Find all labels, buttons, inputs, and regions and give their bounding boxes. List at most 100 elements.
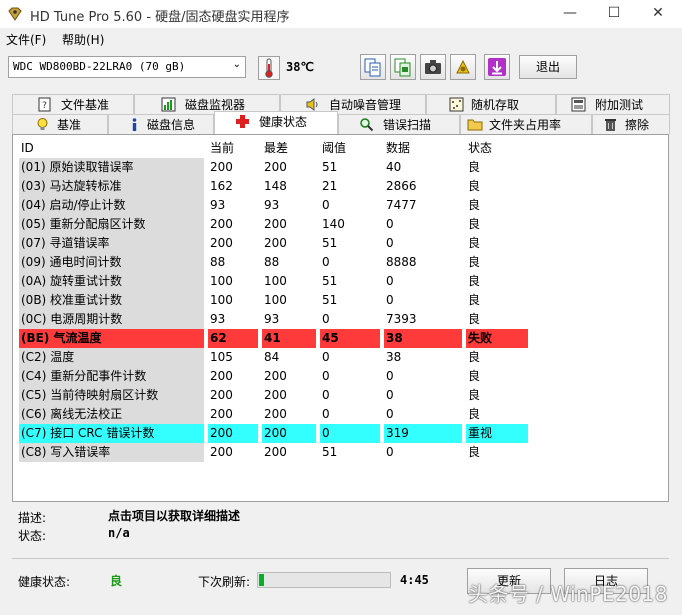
file-benchmark-icon: ? — [37, 97, 53, 112]
row-id: (03) 马达旋转标准 — [19, 177, 204, 196]
row-id: (0A) 旋转重试计数 — [19, 272, 204, 291]
row-id: (C8) 写入错误率 — [19, 443, 204, 462]
row-data: 0 — [386, 388, 394, 402]
table-row[interactable]: (C8) 写入错误率 200 200 51 0 良 — [19, 443, 539, 462]
row-current: 162 — [210, 179, 233, 193]
row-id: (07) 寻道错误率 — [19, 234, 204, 253]
row-threshold: 51 — [322, 274, 338, 288]
maximize-button[interactable]: ☐ — [592, 0, 636, 28]
copy-text-button[interactable] — [360, 54, 386, 80]
row-threshold: 51 — [322, 445, 338, 459]
tab-file-benchmark[interactable]: ? 文件基准 — [12, 94, 134, 114]
thermometer-icon — [258, 56, 280, 83]
tab-benchmark[interactable]: 基准 — [12, 114, 108, 134]
table-row[interactable]: (03) 马达旋转标准 162 148 21 2866 良 — [19, 177, 539, 196]
drive-select[interactable]: WDC WD800BD-22LRA0 (70 gB) ⌄ — [8, 56, 246, 78]
table-row[interactable]: (C6) 离线无法校正 200 200 0 0 良 — [19, 405, 539, 424]
table-row[interactable]: (0B) 校准重试计数 100 100 51 0 良 — [19, 291, 539, 310]
table-row[interactable]: (C4) 重新分配事件计数 200 200 0 0 良 — [19, 367, 539, 386]
row-current: 200 — [210, 445, 233, 459]
row-threshold: 0 — [322, 350, 330, 364]
row-current: 200 — [210, 407, 233, 421]
save-button[interactable] — [484, 54, 510, 80]
row-current: 93 — [210, 312, 226, 326]
extra-tests-icon — [571, 97, 587, 112]
row-data: 0 — [386, 293, 394, 307]
row-data: 7477 — [386, 198, 417, 212]
save-icon — [485, 58, 509, 82]
row-id: (09) 通电时间计数 — [19, 253, 204, 272]
tab-label: 文件基准 — [61, 98, 110, 112]
screenshot-button[interactable] — [420, 54, 446, 80]
row-status: 良 — [468, 217, 481, 231]
row-id: (C4) 重新分配事件计数 — [19, 367, 204, 386]
row-threshold: 0 — [322, 407, 330, 421]
exit-button[interactable]: 退出 — [519, 55, 577, 79]
table-row[interactable]: (0A) 旋转重试计数 100 100 51 0 良 — [19, 272, 539, 291]
menu-file[interactable]: 文件(F) — [6, 31, 46, 48]
tab-extra-tests[interactable]: 附加测试 — [556, 94, 670, 114]
row-id: (05) 重新分配扇区计数 — [19, 215, 204, 234]
copy-screenshot-button[interactable] — [390, 54, 416, 80]
options-icon — [451, 59, 475, 82]
row-worst: 93 — [264, 312, 280, 326]
folder-icon — [467, 117, 483, 132]
tab-disk-info[interactable]: 磁盘信息 — [108, 114, 214, 134]
table-row[interactable]: (07) 寻道错误率 200 200 51 0 良 — [19, 234, 539, 253]
table-row[interactable]: (C5) 当前待映射扇区计数 200 200 0 0 良 — [19, 386, 539, 405]
tab-label: 附加测试 — [595, 98, 644, 112]
row-worst: 93 — [264, 198, 280, 212]
toolbar: WDC WD800BD-22LRA0 (70 gB) ⌄ 38℃ 退出 — [0, 50, 682, 88]
row-data: 0 — [386, 445, 394, 459]
row-worst: 41 — [262, 329, 316, 348]
row-current: 100 — [210, 293, 233, 307]
table-row[interactable]: (BE) 气流温度 62 41 45 38 失败 — [19, 329, 539, 348]
tab-label: 自动噪音管理 — [329, 98, 402, 112]
table-row[interactable]: (04) 启动/停止计数 93 93 0 7477 良 — [19, 196, 539, 215]
window-title: HD Tune Pro 5.60 - 硬盘/固态硬盘实用程序 — [30, 10, 290, 25]
row-data: 0 — [386, 407, 394, 421]
table-row[interactable]: (01) 原始读取错误率 200 200 51 40 良 — [19, 158, 539, 177]
tab-folder-usage[interactable]: 文件夹占用率 — [460, 114, 592, 134]
table-row[interactable]: (C7) 接口 CRC 错误计数 200 200 0 319 重视 — [19, 424, 539, 443]
table-row[interactable]: (C2) 温度 105 84 0 38 良 — [19, 348, 539, 367]
temperature-value: 38℃ — [286, 60, 314, 74]
column-header-worst[interactable]: 最差 — [262, 139, 316, 158]
row-data: 38 — [384, 329, 462, 348]
row-status: 良 — [468, 369, 481, 383]
row-status: 良 — [468, 236, 481, 250]
row-threshold: 0 — [320, 424, 380, 443]
tab-label: 磁盘信息 — [147, 118, 196, 132]
options-button[interactable] — [450, 54, 476, 80]
row-id: (04) 启动/停止计数 — [19, 196, 204, 215]
row-data: 0 — [386, 274, 394, 288]
drive-select-value: WDC WD800BD-22LRA0 (70 gB) — [13, 60, 186, 73]
row-threshold: 51 — [322, 160, 338, 174]
tab-random-access[interactable]: 随机存取 — [426, 94, 556, 114]
column-header-current[interactable]: 当前 — [208, 139, 258, 158]
next-refresh-label: 下次刷新: — [198, 575, 251, 589]
refresh-countdown: 4:45 — [400, 573, 429, 587]
row-data: 319 — [384, 424, 462, 443]
tab-error-scan[interactable]: 错误扫描 — [338, 114, 460, 134]
tab-erase[interactable]: 擦除 — [592, 114, 670, 134]
row-status: 良 — [468, 312, 481, 326]
close-button[interactable]: ✕ — [636, 0, 680, 28]
row-worst: 100 — [264, 293, 287, 307]
menu-help[interactable]: 帮助(H) — [62, 31, 104, 48]
status-value: n/a — [108, 526, 130, 540]
row-status: 良 — [468, 255, 481, 269]
table-row[interactable]: (09) 通电时间计数 88 88 0 8888 良 — [19, 253, 539, 272]
row-worst: 84 — [264, 350, 280, 364]
column-header-id[interactable]: ID — [19, 139, 204, 158]
tab-label: 文件夹占用率 — [489, 118, 562, 132]
table-row[interactable]: (0C) 电源周期计数 93 93 0 7393 良 — [19, 310, 539, 329]
row-threshold: 140 — [322, 217, 345, 231]
row-status: 良 — [468, 179, 481, 193]
column-header-threshold[interactable]: 阈值 — [320, 139, 380, 158]
minimize-button[interactable]: — — [548, 0, 592, 28]
column-header-data[interactable]: 数据 — [384, 139, 462, 158]
table-row[interactable]: (05) 重新分配扇区计数 200 200 140 0 良 — [19, 215, 539, 234]
column-header-status[interactable]: 状态 — [466, 139, 528, 158]
tab-health[interactable]: 健康状态 — [214, 111, 338, 134]
